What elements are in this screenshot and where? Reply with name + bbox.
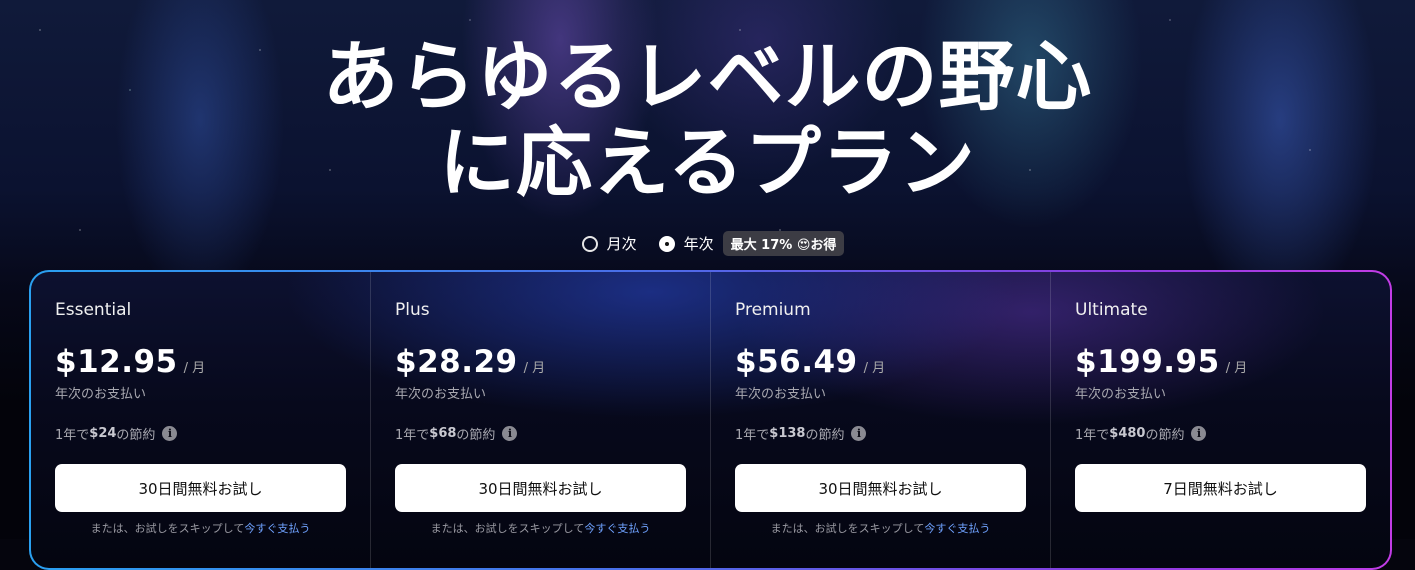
info-icon[interactable]: i [162,426,178,441]
info-icon[interactable]: i [1191,426,1207,441]
price-row: $56.49 / 月 [735,344,1026,380]
billing-note: 年次のお支払い [55,387,147,402]
annual-label: 年次 [683,235,714,253]
savings-prefix: 1年で [395,428,430,443]
billing-note: 年次のお支払い [1075,387,1167,402]
savings-suffix: の節約 [805,428,845,443]
savings-amount: $24 [89,426,117,441]
price-period: / 月 [1225,361,1248,376]
billing-note: 年次のお支払い [735,387,827,402]
billing-note: 年次のお支払い [395,387,487,402]
info-icon[interactable]: i [502,426,518,441]
discount-badge: 最大 17% 😍お得 [722,231,845,256]
plan-price: $199.95 [1075,344,1220,380]
skip-text: または、お試しをスキップして [90,522,245,535]
monthly-label: 月次 [606,235,637,253]
price-row: $12.95 / 月 [55,344,346,380]
savings-amount: $68 [429,426,457,441]
price-row: $28.29 / 月 [395,344,686,380]
radio-unselected-icon[interactable] [581,235,598,252]
savings-suffix: の節約 [456,428,496,443]
badge-text: 最大 17% [730,238,797,253]
skip-trial-text: または、お試しをスキップして今すぐ支払う [395,520,686,536]
billing-option-monthly[interactable]: 月次 [581,233,637,254]
price-period: / 月 [863,361,886,376]
pay-now-link[interactable]: 今すぐ支払う [924,522,990,535]
savings-prefix: 1年で [1075,428,1110,443]
pay-now-link[interactable]: 今すぐ支払う [244,522,310,535]
savings-note: 1年で $138 の節約 i [735,424,1026,443]
skip-text: または、お試しをスキップして [430,522,585,535]
savings-amount: $480 [1109,426,1146,441]
info-icon[interactable]: i [851,426,867,441]
free-trial-button[interactable]: 30日間無料お試し [735,464,1026,512]
plan-card-essential: Essential $12.95 / 月 年次のお支払い 1年で $24 の節約 … [31,272,371,568]
savings-note: 1年で $68 の節約 i [395,424,686,443]
price-period: / 月 [523,361,546,376]
savings-suffix: の節約 [1145,428,1185,443]
plans-panel-inner: Essential $12.95 / 月 年次のお支払い 1年で $24 の節約 … [31,272,1390,568]
plan-name: Ultimate [1075,300,1148,320]
savings-suffix: の節約 [116,428,156,443]
smiling-heart-eyes-emoji-icon: 😍 [796,238,811,253]
billing-option-annual[interactable]: 年次 [658,233,714,254]
radio-selected-icon[interactable] [658,235,675,252]
plan-card-plus: Plus $28.29 / 月 年次のお支払い 1年で $68 の節約 i 30日… [371,272,711,568]
billing-toggle: 月次 年次 最大 17% 😍お得 [0,231,1415,256]
savings-prefix: 1年で [55,428,90,443]
savings-note: 1年で $480 の節約 i [1075,424,1366,443]
plan-price: $28.29 [395,344,518,380]
skip-text: または、お試しをスキップして [770,522,925,535]
skip-trial-text: または、お試しをスキップして今すぐ支払う [55,520,346,536]
plan-price: $56.49 [735,344,858,380]
skip-trial-text: または、お試しをスキップして今すぐ支払う [735,520,1026,536]
price-row: $199.95 / 月 [1075,344,1366,380]
free-trial-button[interactable]: 30日間無料お試し [395,464,686,512]
plan-name: Plus [395,300,430,320]
savings-amount: $138 [769,426,806,441]
title-line-2: に応えるプラン [439,118,976,207]
price-period: / 月 [183,361,206,376]
free-trial-button[interactable]: 7日間無料お試し [1075,464,1366,512]
page-title: あらゆるレベルの野心 に応えるプラン [0,34,1415,206]
savings-note: 1年で $24 の節約 i [55,424,346,443]
plan-price: $12.95 [55,344,178,380]
title-line-1: あらゆるレベルの野心 [322,32,1093,121]
plans-panel: Essential $12.95 / 月 年次のお支払い 1年で $24 の節約 … [29,270,1392,570]
plan-card-ultimate: Ultimate $199.95 / 月 年次のお支払い 1年で $480 の節約… [1051,272,1390,568]
plan-card-premium: Premium $56.49 / 月 年次のお支払い 1年で $138 の節約 i… [711,272,1051,568]
pay-now-link[interactable]: 今すぐ支払う [584,522,650,535]
plan-name: Premium [735,300,811,320]
savings-prefix: 1年で [735,428,770,443]
free-trial-button[interactable]: 30日間無料お試し [55,464,346,512]
badge-suffix: お得 [810,238,837,253]
plan-name: Essential [55,300,132,320]
